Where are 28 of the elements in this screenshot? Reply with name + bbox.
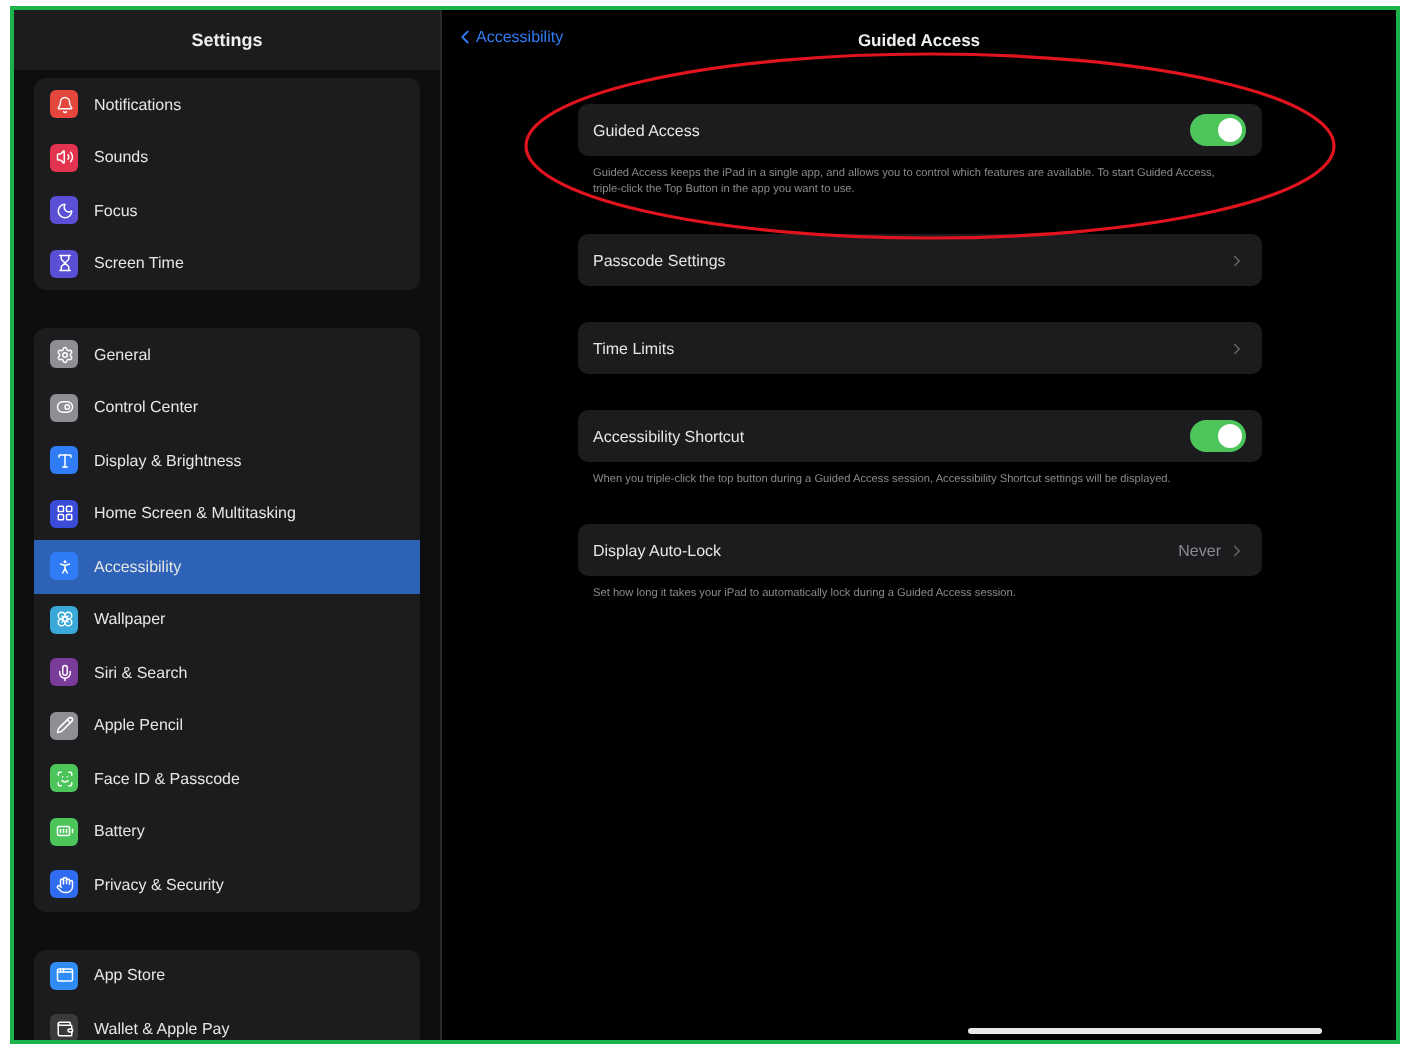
settings-row[interactable]: Passcode Settings	[577, 234, 1261, 286]
sidebar-item[interactable]: Screen Time	[34, 237, 420, 290]
sidebar-item[interactable]: Privacy & Security	[34, 858, 420, 911]
sidebar-item[interactable]: General	[34, 328, 420, 381]
sidebar-item[interactable]: Display & Brightness	[34, 434, 420, 487]
settings-row[interactable]: Guided Access	[577, 104, 1261, 156]
toggle-switch[interactable]	[1189, 420, 1245, 452]
sidebar-item[interactable]: Siri & Search	[34, 646, 420, 699]
sidebar-item[interactable]: Accessibility	[34, 540, 420, 593]
back-link[interactable]: Accessibility	[454, 26, 564, 48]
settings-row[interactable]: Accessibility Shortcut	[577, 410, 1261, 462]
toggle-switch[interactable]	[1189, 114, 1245, 146]
sidebar-item[interactable]: Control Center	[34, 381, 420, 434]
settings-row[interactable]: Time Limits	[577, 322, 1261, 374]
row-value: Never	[1178, 541, 1221, 559]
settings-row[interactable]: Display Auto-Lock Never	[577, 524, 1261, 576]
sidebar-item[interactable]: Focus	[34, 184, 420, 237]
sidebar-item[interactable]: Sounds	[34, 131, 420, 184]
sidebar-item[interactable]: App Store	[34, 949, 420, 1002]
sidebar-item[interactable]: Apple Pencil	[34, 699, 420, 752]
sidebar-title: Settings	[191, 30, 263, 50]
sidebar-item[interactable]: Battery	[34, 805, 420, 858]
sidebar-item[interactable]: Notifications	[34, 78, 420, 131]
sidebar-item[interactable]: Wallpaper	[34, 593, 420, 646]
page-title: Guided Access	[857, 30, 981, 50]
sidebar-item[interactable]: Wallet & Apple Pay	[34, 1002, 420, 1040]
sidebar-item[interactable]: Face ID & Passcode	[34, 752, 420, 805]
sidebar-item[interactable]: Home Screen & Multitasking	[34, 487, 420, 540]
